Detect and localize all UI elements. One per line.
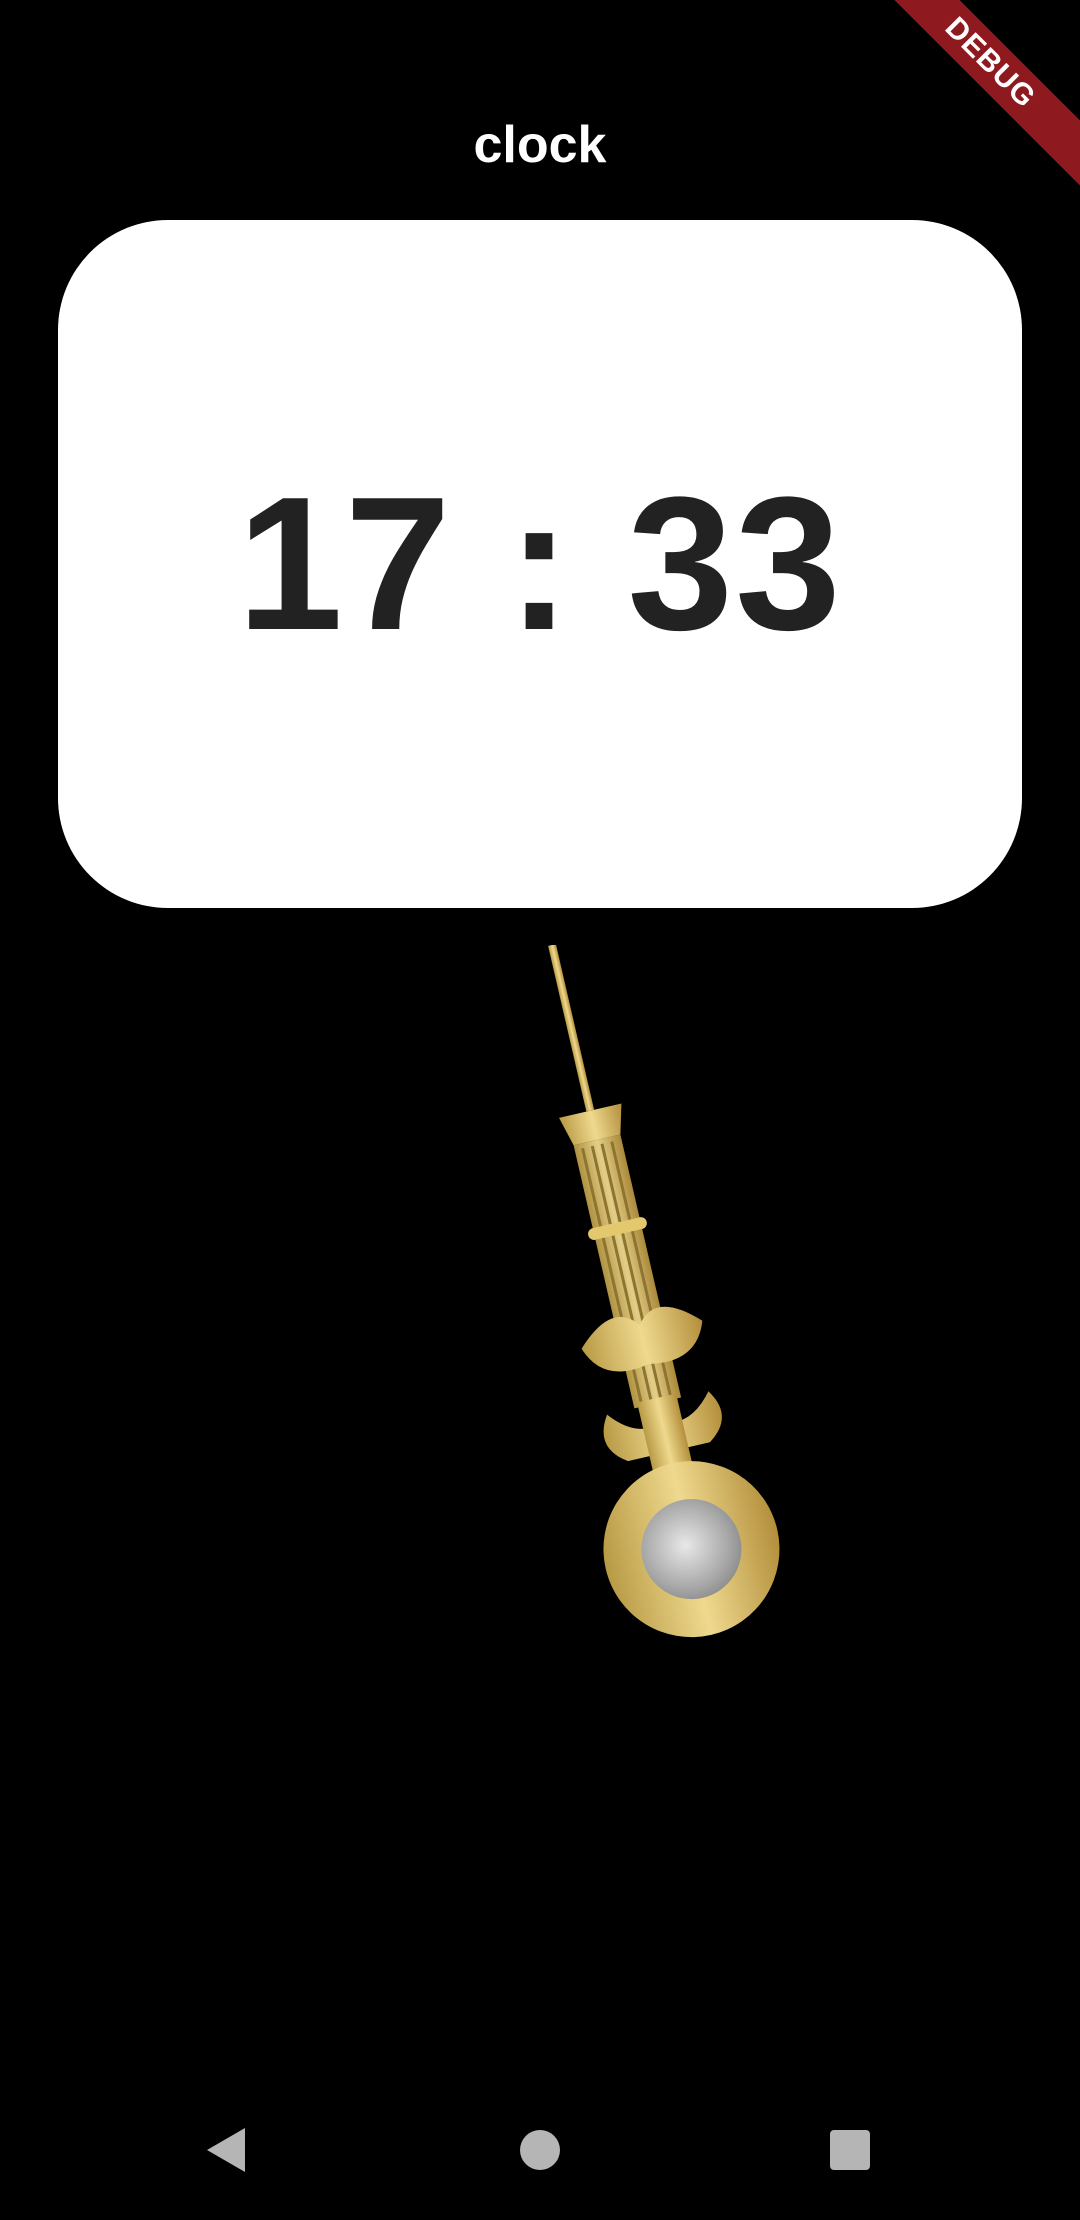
back-button[interactable] [176,2100,276,2200]
navigation-bar [0,2080,1080,2220]
recent-square-icon [830,2130,870,2170]
home-button[interactable] [490,2100,590,2200]
recent-apps-button[interactable] [800,2100,900,2200]
back-triangle-icon [207,2128,245,2172]
app-title: clock [473,116,607,174]
time-card: 17 : 33 [58,220,1022,908]
time-display: 17 : 33 [237,458,843,670]
pendulum-icon [548,945,780,1638]
home-circle-icon [520,2130,560,2170]
